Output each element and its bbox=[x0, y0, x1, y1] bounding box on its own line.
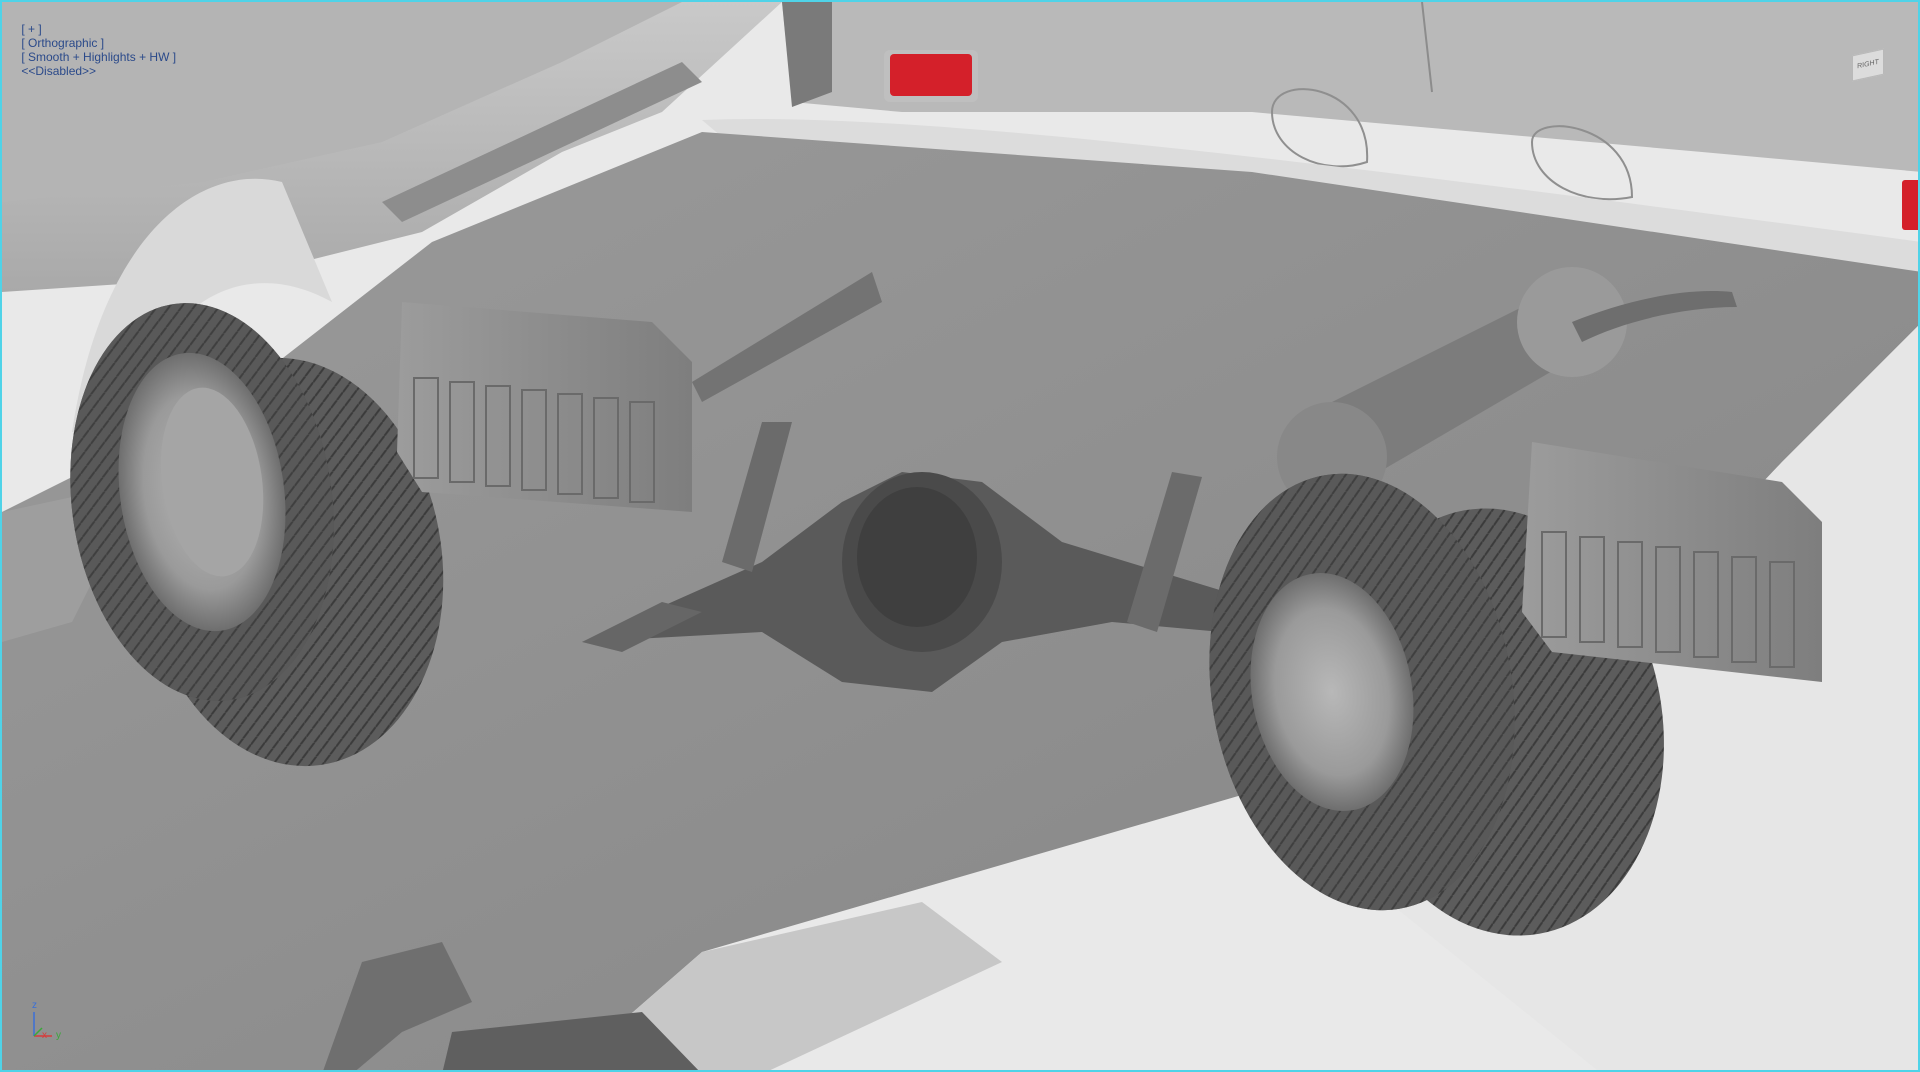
viewport-disabled-menu[interactable]: <<Disabled>> bbox=[21, 64, 96, 78]
reflector-left bbox=[890, 54, 972, 96]
reflector-right bbox=[1902, 180, 1918, 230]
axis-x-label: x bbox=[42, 1030, 47, 1041]
scene-3d-render[interactable] bbox=[2, 2, 1920, 1072]
viewport-view-menu[interactable]: [ Orthographic ] bbox=[21, 36, 104, 50]
axis-gizmo-icon: z x y bbox=[28, 1000, 68, 1042]
viewport-right-orthographic[interactable]: [ + ] [ Orthographic ] [ Smooth + Highli… bbox=[0, 0, 1920, 1072]
viewport-label[interactable]: [ + ] [ Orthographic ] [ Smooth + Highli… bbox=[8, 8, 176, 92]
axis-y-label: y bbox=[56, 1030, 61, 1041]
viewcube-face-right[interactable]: RIGHT bbox=[1852, 48, 1884, 82]
viewport-shading-menu[interactable]: [ Smooth + Highlights + HW ] bbox=[21, 50, 176, 64]
viewport-menu-plus[interactable]: [ + ] bbox=[21, 22, 41, 36]
viewcube-icon[interactable]: RIGHT bbox=[1846, 44, 1890, 84]
axis-z-label: z bbox=[32, 1000, 37, 1011]
